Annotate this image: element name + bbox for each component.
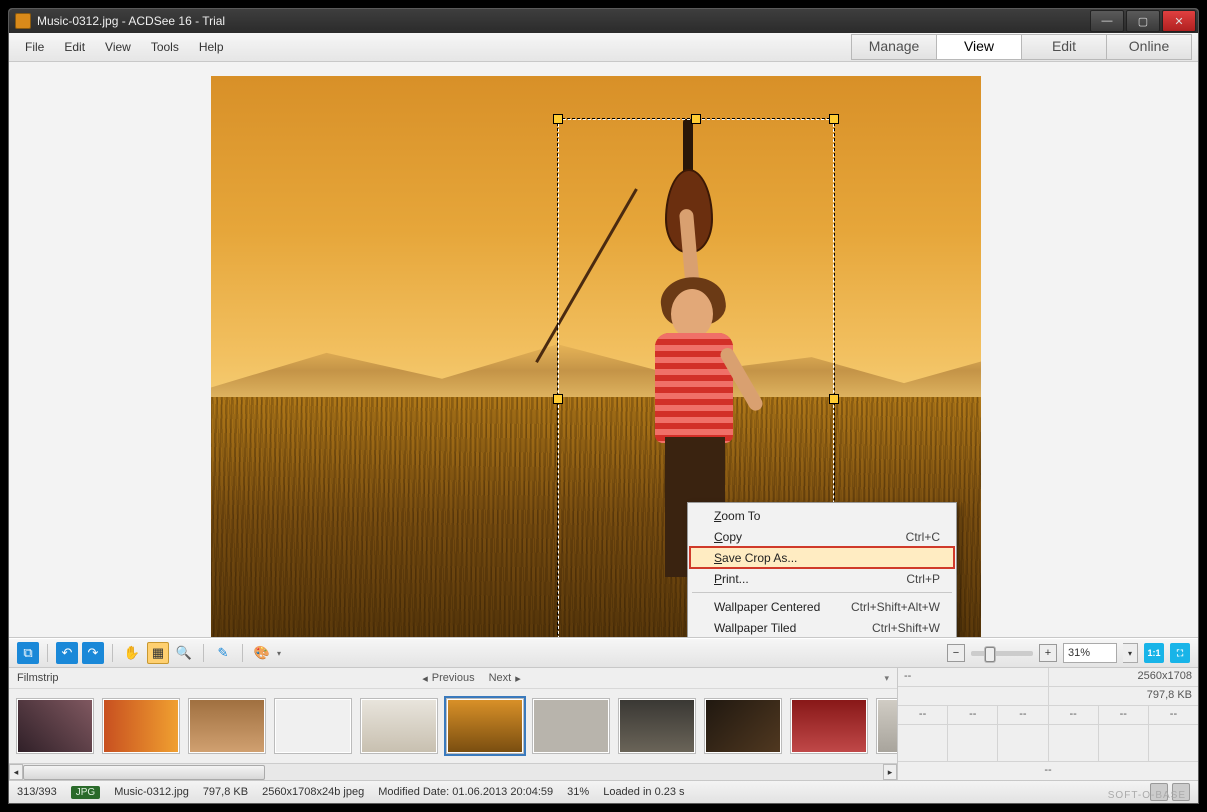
mode-online[interactable]: Online [1106, 34, 1192, 60]
status-bar: 313/393 JPG Music-0312.jpg 797,8 KB 2560… [9, 781, 1198, 803]
zoom-out-button[interactable]: − [947, 644, 965, 662]
thumbnail[interactable] [361, 699, 437, 753]
menu-help[interactable]: Help [189, 37, 234, 57]
filmstrip[interactable] [9, 689, 897, 763]
ctx-save-crop-as[interactable]: Save Crop As... [690, 547, 954, 568]
tool-eyedropper-icon[interactable]: ✎ [212, 642, 234, 664]
status-filename: Music-0312.jpg [114, 786, 189, 798]
info-cell: -- [948, 706, 998, 724]
selection-handle[interactable] [829, 114, 839, 124]
status-format-badge: JPG [71, 786, 100, 799]
thumbnail[interactable] [189, 699, 265, 753]
selection-handle[interactable] [691, 114, 701, 124]
info-cell: -- [1149, 706, 1198, 724]
view-toolbar: ⧉ ↶ ↷ ✋ ▦ 🔍 ✎ 🎨 ▾ − + 31% ▾ 1:1 ⛶ [9, 638, 1198, 668]
menu-view[interactable]: View [95, 37, 141, 57]
info-cell: -- [898, 706, 948, 724]
zoom-controls: − + 31% ▾ 1:1 ⛶ [947, 643, 1190, 663]
filmstrip-next[interactable]: Next ▸ [489, 672, 521, 685]
thumbnail[interactable] [533, 699, 609, 753]
status-zoom: 31% [567, 786, 589, 798]
selection-handle[interactable] [553, 394, 563, 404]
image-viewer[interactable]: Zoom To CopyCtrl+C Save Crop As... Print… [9, 62, 1198, 638]
tool-select-icon[interactable]: ▦ [147, 642, 169, 664]
filmstrip-scrollbar[interactable]: ◂ ▸ [9, 763, 897, 780]
tool-zoom-icon[interactable]: 🔍 [173, 642, 195, 664]
menubar: File Edit View Tools Help Manage View Ed… [9, 33, 1198, 62]
info-cell [898, 725, 948, 761]
filmstrip-collapse-icon[interactable]: ▾ [884, 673, 889, 684]
status-filesize: 797,8 KB [203, 786, 248, 798]
info-cell: -- [898, 762, 1198, 780]
actual-size-button[interactable]: 1:1 [1144, 643, 1164, 663]
info-cell: -- [1049, 706, 1099, 724]
thumbnail-selected[interactable] [447, 699, 523, 753]
thumbnail[interactable] [103, 699, 179, 753]
scroll-left-icon[interactable]: ◂ [9, 764, 23, 780]
fit-button[interactable]: ⛶ [1170, 643, 1190, 663]
status-dimensions: 2560x1708x24b jpeg [262, 786, 364, 798]
mode-edit[interactable]: Edit [1021, 34, 1107, 60]
ctx-zoom-to[interactable]: Zoom To [690, 505, 954, 526]
ctx-copy[interactable]: CopyCtrl+C [690, 526, 954, 547]
menu-file[interactable]: File [15, 37, 54, 57]
info-filesize: 797,8 KB [1049, 687, 1199, 705]
window-title: Music-0312.jpg - ACDSee 16 - Trial [37, 14, 225, 28]
mode-view[interactable]: View [936, 34, 1022, 60]
titlebar[interactable]: Music-0312.jpg - ACDSee 16 - Trial — ▢ ✕ [9, 9, 1198, 33]
app-icon [15, 13, 31, 29]
selection-handle[interactable] [553, 114, 563, 124]
tool-rotate-left-icon[interactable]: ↶ [56, 642, 78, 664]
watermark: SOFT-O-BASE [1108, 790, 1186, 801]
status-count: 313/393 [17, 786, 57, 798]
info-cell [1049, 725, 1099, 761]
context-menu: Zoom To CopyCtrl+C Save Crop As... Print… [687, 502, 957, 638]
mode-manage[interactable]: Manage [851, 34, 937, 60]
tool-rotate-right-icon[interactable]: ↷ [82, 642, 104, 664]
zoom-value[interactable]: 31% [1063, 643, 1117, 663]
scroll-right-icon[interactable]: ▸ [883, 764, 897, 780]
tool-external-icon[interactable]: ⧉ [17, 642, 39, 664]
filmstrip-label: Filmstrip [17, 672, 59, 684]
thumbnail[interactable] [877, 699, 897, 753]
info-cell: -- [998, 706, 1048, 724]
selection-handle[interactable] [829, 394, 839, 404]
info-cell [948, 725, 998, 761]
zoom-dropdown[interactable]: ▾ [1123, 643, 1138, 663]
minimize-button[interactable]: — [1090, 10, 1124, 32]
thumbnail[interactable] [17, 699, 93, 753]
status-loadtime: Loaded in 0.23 s [603, 786, 684, 798]
app-window: Music-0312.jpg - ACDSee 16 - Trial — ▢ ✕… [8, 8, 1199, 804]
zoom-in-button[interactable]: + [1039, 644, 1057, 662]
menu-tools[interactable]: Tools [141, 37, 189, 57]
info-dimensions: 2560x1708 [1049, 668, 1199, 686]
menu-edit[interactable]: Edit [54, 37, 95, 57]
status-modified: Modified Date: 01.06.2013 20:04:59 [378, 786, 553, 798]
tool-palette-icon[interactable]: 🎨 [251, 642, 273, 664]
ctx-wallpaper-tiled[interactable]: Wallpaper TiledCtrl+Shift+W [690, 617, 954, 638]
info-cell: -- [898, 668, 1049, 686]
maximize-button[interactable]: ▢ [1126, 10, 1160, 32]
info-panel: --2560x1708 797,8 KB -- -- -- -- -- -- -… [898, 668, 1198, 780]
info-cell [1099, 725, 1149, 761]
info-cell [1149, 725, 1198, 761]
ctx-wallpaper-centered[interactable]: Wallpaper CenteredCtrl+Shift+Alt+W [690, 596, 954, 617]
ctx-print[interactable]: Print...Ctrl+P [690, 568, 954, 589]
thumbnail[interactable] [705, 699, 781, 753]
ctx-separator [692, 592, 952, 593]
thumbnail[interactable] [275, 699, 351, 753]
filmstrip-previous[interactable]: ◂ Previous [422, 672, 474, 685]
scrollbar-thumb[interactable] [23, 765, 265, 780]
tool-hand-icon[interactable]: ✋ [121, 642, 143, 664]
thumbnail[interactable] [619, 699, 695, 753]
thumbnail[interactable] [791, 699, 867, 753]
zoom-slider[interactable] [971, 651, 1033, 656]
info-cell [998, 725, 1048, 761]
close-button[interactable]: ✕ [1162, 10, 1196, 32]
info-cell: -- [1099, 706, 1149, 724]
